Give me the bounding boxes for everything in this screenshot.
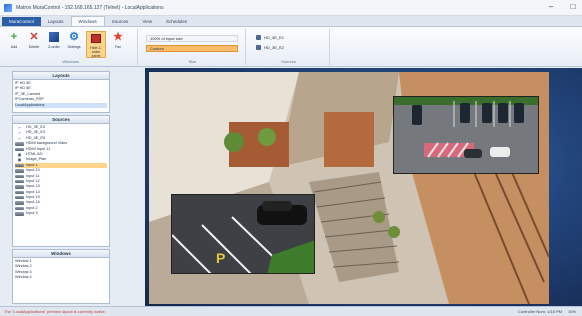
tab-view[interactable]: View (135, 17, 159, 26)
windows-group-label: Windows (62, 59, 79, 64)
status-bar: The "LocalApplications" preview layout i… (0, 306, 582, 316)
source-shortcut-1[interactable]: HD_3E_E1 (256, 35, 284, 40)
add-plus-icon: + (10, 31, 18, 43)
source-list-item[interactable]: Input 3 (15, 211, 107, 216)
add-button[interactable]: + Add (6, 31, 22, 50)
window-controls: – □ (546, 2, 578, 11)
input-source-icon (15, 206, 24, 211)
layouts-panel-title: Layouts (13, 72, 109, 80)
controller-status: Controller Num: 1/15 PM (517, 309, 562, 314)
window-list-item[interactable]: Window 4 (15, 275, 107, 280)
camera-icon (256, 45, 261, 50)
settings-button[interactable]: ⚙ Settings (66, 31, 82, 50)
maximize-button[interactable]: □ (568, 2, 578, 11)
sources-panel-title: Sources (13, 116, 109, 124)
input-source-icon (15, 196, 24, 200)
video-window-parking-car[interactable]: P (171, 194, 315, 274)
fav-label: Fav (115, 45, 121, 49)
add-label: Add (10, 45, 18, 49)
left-panel-area: Layouts IP HD 3E IP HD 6E IP_3E_Lanned I… (0, 68, 145, 306)
tab-schedules[interactable]: Schedules (159, 17, 194, 26)
input-source-icon (15, 190, 24, 195)
input-source-icon (15, 185, 24, 189)
input-source-icon (15, 169, 24, 173)
size-group-label: Size (188, 59, 197, 64)
parking-camera-image: P (172, 195, 314, 273)
star-icon: ★ (113, 31, 123, 43)
delete-button[interactable]: ✕ Delete (26, 31, 42, 50)
delete-label: Delete (28, 45, 40, 49)
input-source-icon (15, 201, 24, 205)
hide-panel-label: Hide Z-order panel (90, 46, 102, 58)
image-source-icon: ▣ (17, 157, 22, 163)
size-option-input-size[interactable]: 100% of input size (146, 35, 238, 42)
ribbon: + Add ✕ Delete Z-order ⚙ Settings Hide Z… (0, 27, 582, 67)
z-order-label: Z-order (48, 45, 60, 49)
tab-layouts[interactable]: Layouts (41, 17, 71, 26)
input-source-icon (15, 174, 24, 178)
zoom-level[interactable]: 10% (568, 309, 576, 314)
tab-muracontrol[interactable]: MuraControl (2, 17, 41, 26)
ribbon-tabs: MuraControl Layouts Windows Sources View… (0, 16, 582, 27)
camera-icon (256, 35, 261, 40)
fav-button[interactable]: ★ Fav (110, 31, 126, 50)
settings-label: Settings (67, 45, 81, 49)
windows-panel-title: Windows (13, 250, 109, 258)
camera-icon: ⌐ (18, 135, 21, 141)
input-source-icon (15, 142, 24, 146)
windows-panel: Windows Window 1 Window 2 Window 3 Windo… (12, 249, 110, 304)
sources-panel: Sources ⌐ HD_3E_E4 ⌐ HD_3E_E3 ⌐ HD_3E_E5 HDMI … (12, 115, 110, 247)
z-order-icon (48, 31, 60, 43)
z-order-button[interactable]: Z-order (46, 31, 62, 49)
tab-sources[interactable]: Sources (105, 17, 136, 26)
settings-gear-icon: ⚙ (69, 31, 79, 43)
size-option-custom[interactable]: Custom (146, 45, 238, 52)
input-source-icon (15, 163, 24, 168)
windows-ribbon-group: + Add ✕ Delete Z-order ⚙ Settings Hide Z… (4, 29, 138, 65)
source-shortcut-label: HD_3E_E2 (264, 45, 285, 50)
video-window-parking-lot[interactable] (393, 96, 539, 174)
video-wall-canvas[interactable]: P (145, 68, 582, 306)
status-message: The "LocalApplications" preview layout i… (4, 309, 106, 314)
sources-group-label: Sources (281, 59, 296, 64)
input-source-icon (15, 212, 24, 216)
source-shortcut-label: HD_3E_E1 (264, 35, 285, 40)
delete-x-icon: ✕ (29, 31, 39, 43)
input-source-icon (15, 147, 24, 151)
svg-text:P: P (216, 250, 225, 266)
input-source-icon (15, 179, 24, 184)
window-title: Matrox MuraControl - 192.168.165.127 (Te… (16, 4, 164, 11)
title-bar: Matrox MuraControl - 192.168.165.127 (Te… (0, 0, 582, 16)
status-right: Controller Num: 1/15 PM 10% (518, 309, 576, 314)
parking-lot-camera-image (394, 97, 538, 173)
minimize-button[interactable]: – (546, 2, 556, 11)
source-label: Input 3 (26, 211, 38, 216)
layouts-panel: Layouts IP HD 3E IP HD 6E IP_3E_Lanned I… (12, 71, 110, 113)
tab-windows[interactable]: Windows (70, 16, 105, 26)
source-shortcut-2[interactable]: HD_3E_E2 (256, 45, 284, 50)
hide-panel-icon (90, 32, 102, 44)
app-logo-icon (4, 3, 12, 12)
layout-item-selected[interactable]: LocalApplications (15, 102, 107, 108)
hide-z-order-panel-button[interactable]: Hide Z-order panel (86, 31, 106, 58)
